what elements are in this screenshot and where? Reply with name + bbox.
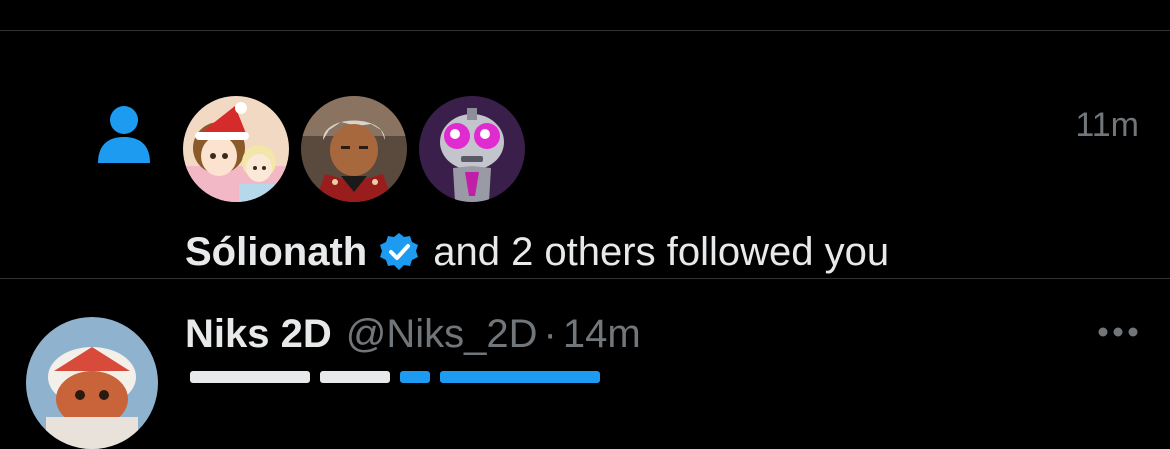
header-separator: · — [543, 312, 557, 356]
tweet-author-avatar[interactable] — [26, 317, 158, 449]
tweet-text-clipped — [190, 371, 600, 383]
author-handle[interactable]: @Niks_2D — [346, 310, 538, 358]
notification-message: and 2 others followed you — [433, 230, 890, 274]
anime-girls-santa-hat-avatar[interactable] — [183, 96, 289, 202]
tweet-header: Niks 2D @Niks_2D · 14m — [185, 310, 641, 358]
follower-avatars — [183, 96, 525, 204]
follow-notification[interactable]: 11m Sólionath and 2 others followed you — [0, 31, 1170, 278]
notification-text: Sólionath and 2 others followed you — [185, 228, 889, 276]
more-options-icon[interactable] — [1096, 325, 1140, 339]
anime-archer-avatar[interactable] — [301, 96, 407, 202]
tweet-item[interactable]: Niks 2D @Niks_2D · 14m — [0, 279, 1170, 449]
follower-name-link[interactable]: Sólionath — [185, 228, 367, 276]
author-display-name[interactable]: Niks 2D — [185, 310, 332, 358]
tweet-time[interactable]: 14m — [563, 310, 641, 358]
verified-badge-icon — [380, 233, 419, 270]
notification-time: 11m — [1075, 106, 1139, 144]
gir-robot-avatar[interactable] — [419, 96, 525, 202]
person-follow-icon — [98, 106, 150, 163]
